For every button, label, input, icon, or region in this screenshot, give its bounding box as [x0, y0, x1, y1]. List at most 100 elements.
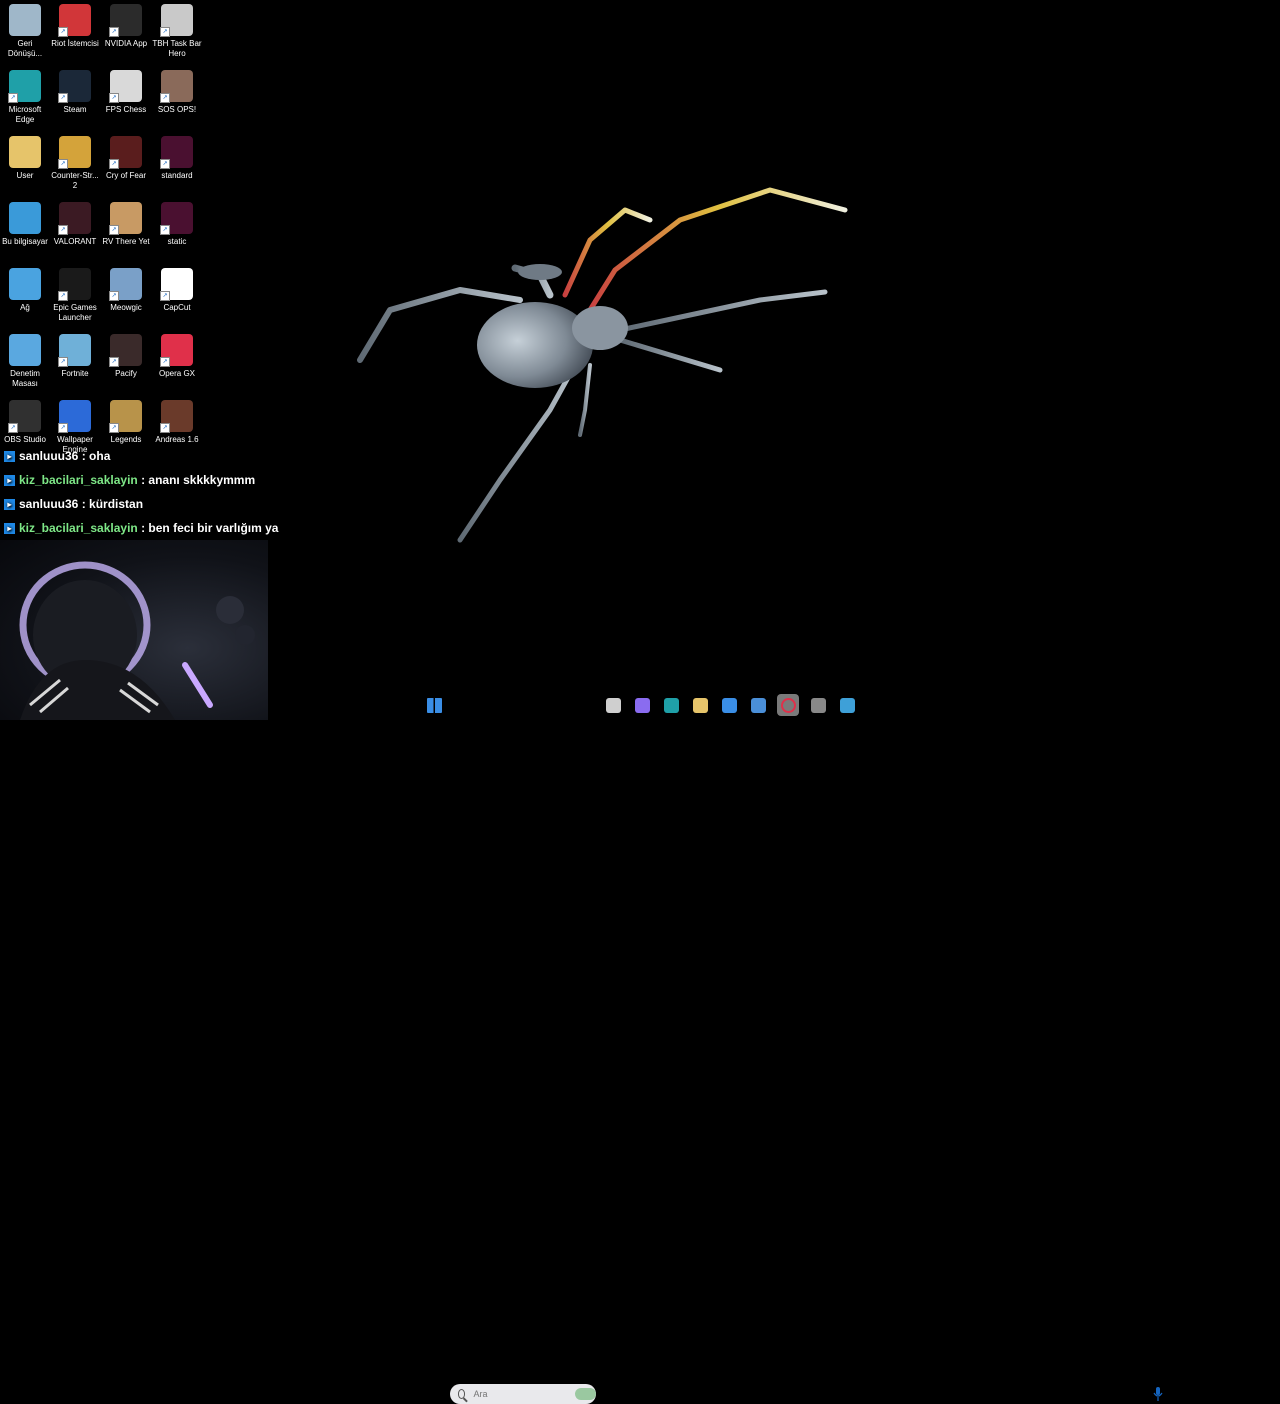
- desktop-shortcut[interactable]: ↗ Riot İstemcisi: [50, 4, 100, 49]
- desktop-shortcut-label: Meowgic: [110, 303, 142, 312]
- search-input[interactable]: [471, 1388, 576, 1400]
- desktop-shortcut-label: Opera GX: [158, 369, 195, 378]
- app-taskbar-button[interactable]: [807, 694, 829, 716]
- desktop-shortcut-label: Epic Games Launcher: [53, 303, 97, 322]
- shortcut-arrow-icon: ↗: [160, 225, 170, 235]
- desktop-shortcut[interactable]: Geri Dönüşü...: [0, 4, 50, 59]
- shortcut-arrow-icon: ↗: [109, 225, 119, 235]
- desktop-shortcut-label: TBH Task Bar Hero: [152, 39, 202, 58]
- mail-button[interactable]: [747, 694, 769, 716]
- desktop-shortcut[interactable]: ↗ Fortnite: [50, 334, 100, 379]
- desktop-shortcut[interactable]: ↗ RV There Yet: [101, 202, 151, 247]
- wallpaper-file-icon: ↗: [160, 202, 193, 235]
- league-of-legends-icon: ↗: [109, 400, 142, 433]
- shortcut-arrow-icon: ↗: [160, 159, 170, 169]
- chat-badge-icon: ▸: [4, 474, 15, 486]
- task-view-icon: [605, 697, 621, 713]
- rv-there-yet-icon: ↗: [109, 202, 142, 235]
- desktop-shortcut[interactable]: ↗ CapCut: [152, 268, 202, 313]
- stream-chat-overlay: ▸ sanluuu36 : oha ▸ kiz_bacilari_saklayi…: [0, 444, 300, 540]
- desktop-shortcut-label: static: [167, 237, 187, 246]
- edge-taskbar-button[interactable]: [660, 694, 682, 716]
- desktop-shortcut[interactable]: ↗ Legends: [101, 400, 151, 445]
- shortcut-arrow-icon: ↗: [160, 357, 170, 367]
- desktop-shortcut[interactable]: ↗ static: [152, 202, 202, 247]
- desktop-shortcut[interactable]: ↗ TBH Task Bar Hero: [152, 4, 202, 59]
- meowgic-icon: ↗: [109, 268, 142, 301]
- desktop-shortcut[interactable]: Denetim Masası: [0, 334, 50, 389]
- desktop-shortcut[interactable]: User: [0, 136, 50, 181]
- desktop-shortcut-label: SOS OPS!: [157, 105, 197, 114]
- desktop-shortcut[interactable]: ↗ VALORANT: [50, 202, 100, 247]
- desktop-shortcut[interactable]: ↗ standard: [152, 136, 202, 181]
- opera-gx-icon: ↗: [160, 334, 193, 367]
- store-button[interactable]: [718, 694, 740, 716]
- desktop-shortcut[interactable]: ↗ SOS OPS!: [152, 70, 202, 115]
- desktop-shortcut[interactable]: ↗ Microsoft Edge: [0, 70, 50, 125]
- desktop-shortcut[interactable]: ↗ Epic Games Launcher: [50, 268, 100, 323]
- desktop-shortcut-label: standard: [161, 171, 193, 180]
- nvidia-icon: ↗: [109, 4, 142, 37]
- chat-badge-icon: ▸: [4, 522, 15, 534]
- shortcut-arrow-icon: ↗: [58, 423, 68, 433]
- spider-wallpaper: [357, 187, 848, 543]
- desktop-shortcut[interactable]: ↗ Counter-Str... 2: [50, 136, 100, 191]
- desktop-shortcut[interactable]: ↗ Opera GX: [152, 334, 202, 379]
- steam-icon: ↗: [58, 70, 91, 103]
- copilot-icon: [634, 697, 650, 713]
- taskbar-search[interactable]: [450, 1384, 596, 1404]
- desktop-shortcut[interactable]: ↗ Andreas 1.6: [152, 400, 202, 445]
- start-button[interactable]: [423, 694, 445, 716]
- desktop-shortcut[interactable]: ↗ Pacify: [101, 334, 151, 379]
- desktop-shortcut-label: FPS Chess: [105, 105, 147, 114]
- shortcut-arrow-icon: ↗: [160, 423, 170, 433]
- counter-strike-icon: ↗: [58, 136, 91, 169]
- desktop-shortcut[interactable]: Bu bilgisayar: [0, 202, 50, 247]
- file-explorer-button[interactable]: [689, 694, 711, 716]
- photos-button[interactable]: [836, 694, 858, 716]
- desktop-shortcut-label: Fortnite: [61, 369, 89, 378]
- chat-separator: :: [137, 473, 149, 487]
- sos-ops-icon: ↗: [160, 70, 193, 103]
- microphone-icon[interactable]: [1153, 1387, 1163, 1401]
- chat-badge-icon: ▸: [4, 498, 15, 510]
- windows-logo-icon: [426, 697, 442, 713]
- capcut-icon: ↗: [160, 268, 193, 301]
- chat-text: ben feci bir varlığım ya: [148, 521, 279, 535]
- game-icon: ↗: [160, 400, 193, 433]
- shortcut-arrow-icon: ↗: [109, 93, 119, 103]
- photos-icon: [839, 697, 855, 713]
- copilot-button[interactable]: [631, 694, 653, 716]
- desktop-shortcut-label: Steam: [63, 105, 87, 114]
- chat-separator: :: [78, 449, 90, 463]
- chat-message: ▸ kiz_bacilari_saklayin : ananı skkkkymm…: [0, 468, 300, 492]
- recycle-bin-icon: [9, 4, 41, 36]
- fps-chess-icon: ↗: [109, 70, 142, 103]
- chat-message: ▸ sanluuu36 : kürdistan: [0, 492, 300, 516]
- chat-text: ananı skkkkymmm: [148, 473, 256, 487]
- chat-username: sanluuu36: [19, 497, 79, 511]
- shortcut-arrow-icon: ↗: [8, 423, 18, 433]
- network-icon: [9, 268, 41, 300]
- opera-taskbar-button[interactable]: [777, 694, 799, 716]
- desktop-shortcut[interactable]: ↗ Steam: [50, 70, 100, 115]
- desktop-shortcut[interactable]: ↗ NVIDIA App: [101, 4, 151, 49]
- desktop-shortcut[interactable]: ↗ FPS Chess: [101, 70, 151, 115]
- pacify-icon: ↗: [109, 334, 142, 367]
- epic-games-icon: ↗: [58, 268, 91, 301]
- chat-message: ▸ kiz_bacilari_saklayin : ben feci bir v…: [0, 516, 300, 540]
- riot-client-icon: ↗: [58, 4, 91, 37]
- desktop-shortcut[interactable]: ↗ Meowgic: [101, 268, 151, 313]
- shortcut-arrow-icon: ↗: [58, 159, 68, 169]
- desktop-shortcut[interactable]: ↗ OBS Studio: [0, 400, 50, 445]
- desktop-shortcut-label: Geri Dönüşü...: [7, 39, 43, 58]
- shortcut-arrow-icon: ↗: [109, 27, 119, 37]
- desktop-shortcut-label: CapCut: [163, 303, 191, 312]
- search-icon: [458, 1389, 466, 1399]
- task-view-button[interactable]: [602, 694, 624, 716]
- store-icon: [721, 697, 737, 713]
- desktop-shortcut[interactable]: ↗ Cry of Fear: [101, 136, 151, 181]
- desktop-shortcut[interactable]: Ağ: [0, 268, 50, 313]
- desktop-shortcut-label: Pacify: [115, 369, 137, 378]
- folder-icon: [9, 136, 41, 168]
